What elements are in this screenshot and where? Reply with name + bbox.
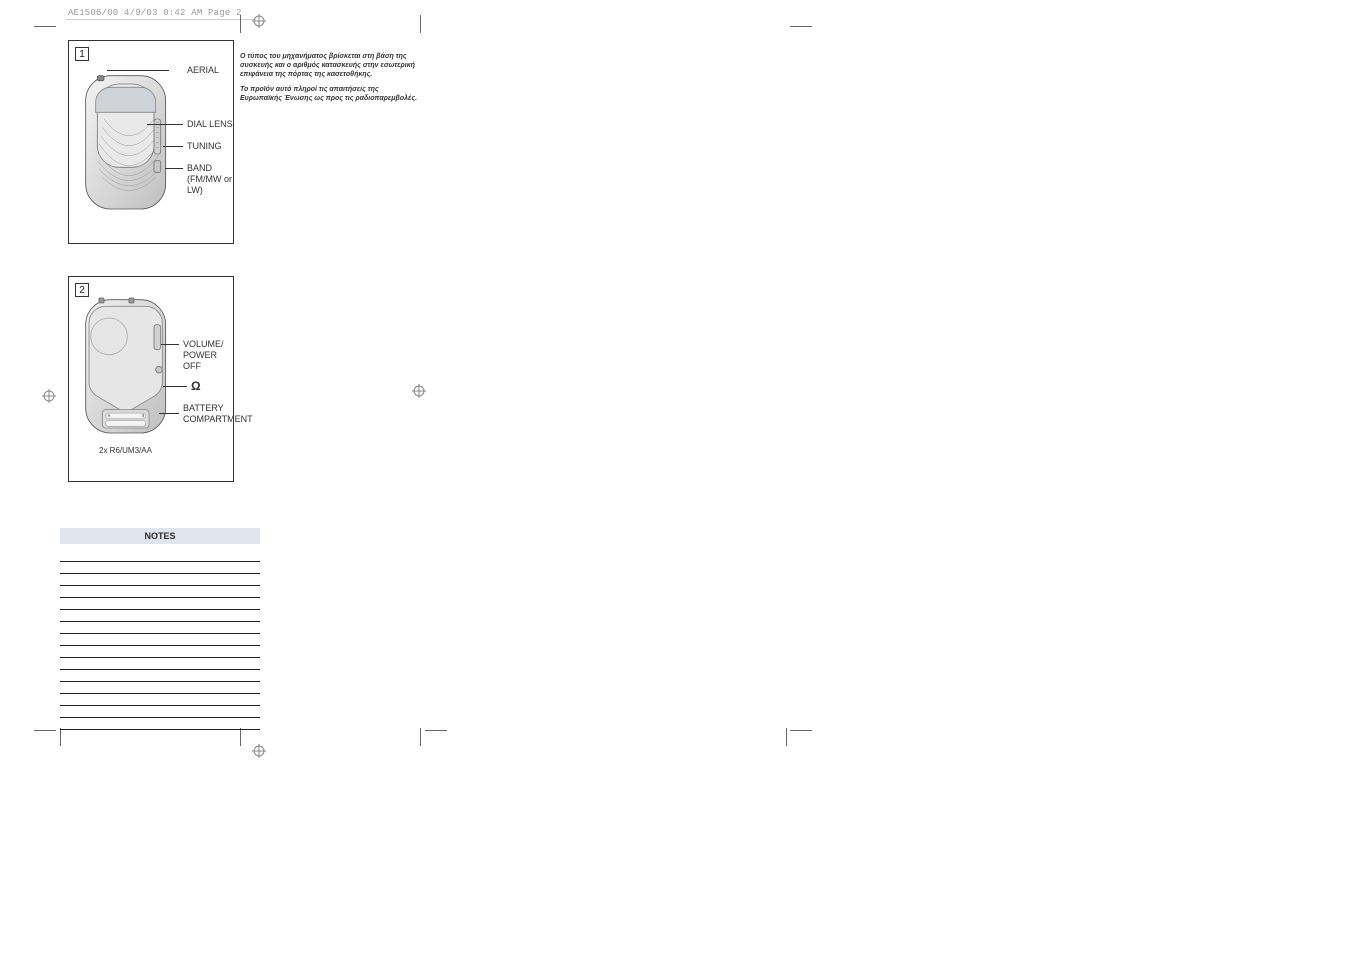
notes-heading: NOTES bbox=[60, 528, 260, 544]
registration-mark-icon bbox=[42, 389, 56, 403]
radio-back-illustration bbox=[79, 293, 179, 443]
callout-headphone: Ω bbox=[191, 381, 201, 392]
label-text: TUNING bbox=[187, 141, 222, 151]
radio-front-illustration bbox=[79, 59, 179, 229]
figure-panel-2: 2 VOLUME/ POWER OFF Ω BATTERY bbox=[68, 276, 234, 482]
crop-mark bbox=[240, 15, 241, 33]
notes-rule-lines bbox=[60, 550, 260, 730]
callout-volume: VOLUME/ POWER OFF bbox=[183, 339, 233, 372]
crop-mark bbox=[34, 26, 56, 27]
headphone-icon: Ω bbox=[191, 379, 201, 393]
callout-battery: BATTERY COMPARTMENT bbox=[183, 403, 253, 425]
callout-dial-lens: DIAL LENS bbox=[187, 119, 233, 130]
compliance-para-2: Το προϊόν αυτό πληροί τις απαιτήσεις της… bbox=[240, 85, 422, 103]
callout-band: BAND (FM/MW or LW) bbox=[187, 163, 233, 196]
label-text: DIAL LENS bbox=[187, 119, 233, 129]
compliance-para-1: Ο τύπος του μηχανήματος βρίσκεται στη βά… bbox=[240, 52, 422, 79]
crop-mark bbox=[60, 728, 61, 746]
crop-mark bbox=[425, 730, 447, 731]
registration-mark-icon bbox=[412, 384, 426, 398]
callout-aerial: AERIAL bbox=[187, 65, 219, 76]
label-text: BATTERY bbox=[183, 403, 224, 413]
notes-section: NOTES bbox=[60, 528, 260, 730]
registration-mark-icon bbox=[252, 744, 266, 758]
battery-spec-text: 2x R6/UM3/AA bbox=[99, 445, 152, 456]
label-text: (FM/MW or LW) bbox=[187, 174, 232, 195]
label-text: COMPARTMENT bbox=[183, 414, 253, 424]
figure-panel-1: 1 bbox=[68, 40, 234, 244]
label-text: BAND bbox=[187, 163, 212, 173]
crop-mark bbox=[790, 730, 812, 731]
label-text: AERIAL bbox=[187, 65, 219, 75]
crop-mark bbox=[240, 728, 241, 746]
callout-tuning: TUNING bbox=[187, 141, 222, 152]
crop-mark bbox=[420, 728, 421, 746]
compliance-text-block: Ο τύπος του μηχανήματος βρίσκεται στη βά… bbox=[240, 52, 422, 103]
page-id-header: AE1506/00 4/9/03 0:42 AM Page 2 bbox=[66, 6, 256, 20]
crop-mark bbox=[420, 15, 421, 33]
crop-mark bbox=[786, 728, 787, 746]
crop-mark bbox=[790, 26, 812, 27]
registration-mark-icon bbox=[252, 14, 266, 28]
crop-mark bbox=[34, 730, 56, 731]
label-text: POWER OFF bbox=[183, 350, 217, 371]
label-text: VOLUME/ bbox=[183, 339, 224, 349]
